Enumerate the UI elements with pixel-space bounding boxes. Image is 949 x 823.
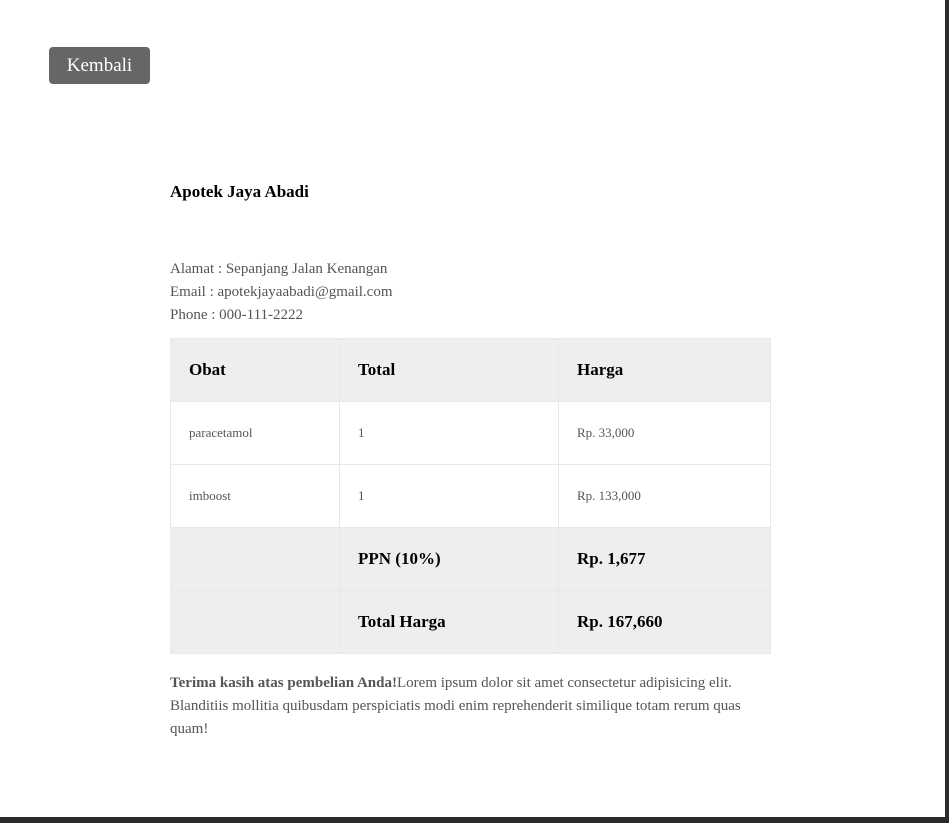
store-info: Alamat : Sepanjang Jalan Kenangan Email … — [170, 258, 770, 327]
cell-total: 1 — [339, 401, 559, 465]
empty-cell — [170, 527, 340, 591]
grand-total-label: Total Harga — [339, 590, 559, 654]
cell-obat: paracetamol — [170, 401, 340, 465]
table-row: imboost 1 Rp. 133,000 — [170, 464, 771, 528]
column-header-harga: Harga — [558, 338, 771, 402]
ppn-row: PPN (10%) Rp. 1,677 — [170, 527, 771, 591]
empty-cell — [170, 590, 340, 654]
cell-harga: Rp. 133,000 — [558, 464, 771, 528]
table-row: paracetamol 1 Rp. 33,000 — [170, 401, 771, 465]
column-header-total: Total — [339, 338, 559, 402]
back-button[interactable]: Kembali — [49, 47, 150, 84]
invoice-table: Obat Total Harga paracetamol 1 Rp. 33,00… — [170, 338, 771, 654]
thank-you-bold: Terima kasih atas pembelian Anda! — [170, 675, 397, 691]
store-address: Alamat : Sepanjang Jalan Kenangan — [170, 261, 388, 277]
grand-total-row: Total Harga Rp. 167,660 — [170, 590, 771, 654]
ppn-value: Rp. 1,677 — [558, 527, 771, 591]
store-email: Email : apotekjayaabadi@gmail.com — [170, 284, 393, 300]
store-name: Apotek Jaya Abadi — [170, 182, 309, 201]
cell-obat: imboost — [170, 464, 340, 528]
cell-total: 1 — [339, 464, 559, 528]
invoice: Apotek Jaya Abadi Alamat : Sepanjang Jal… — [170, 180, 771, 741]
window-frame-bottom — [0, 817, 949, 823]
column-header-obat: Obat — [170, 338, 340, 402]
store-phone: Phone : 000-111-2222 — [170, 307, 304, 323]
cell-harga: Rp. 33,000 — [558, 401, 771, 465]
table-header-row: Obat Total Harga — [170, 338, 771, 402]
window-frame-right — [945, 0, 949, 823]
grand-total-value: Rp. 167,660 — [558, 590, 771, 654]
thank-you-note: Terima kasih atas pembelian Anda!Lorem i… — [170, 672, 770, 741]
ppn-label: PPN (10%) — [339, 527, 559, 591]
